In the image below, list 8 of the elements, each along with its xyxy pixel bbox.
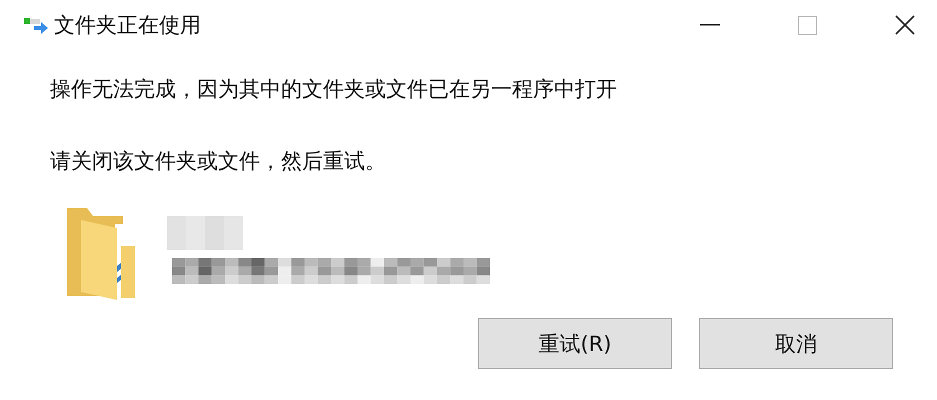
minimize-icon[interactable] <box>700 24 720 26</box>
message-text: 请关闭该文件夹或文件，然后重试。 <box>50 148 387 174</box>
folder-icon <box>65 206 137 300</box>
close-icon[interactable] <box>895 15 915 35</box>
message-text: 操作无法完成，因为其中的文件夹或文件已在另一程序中打开 <box>50 76 618 102</box>
retry-button[interactable]: 重试(R) <box>478 318 672 369</box>
cancel-button[interactable]: 取消 <box>699 318 893 369</box>
window-title: 文件夹正在使用 <box>54 12 201 39</box>
